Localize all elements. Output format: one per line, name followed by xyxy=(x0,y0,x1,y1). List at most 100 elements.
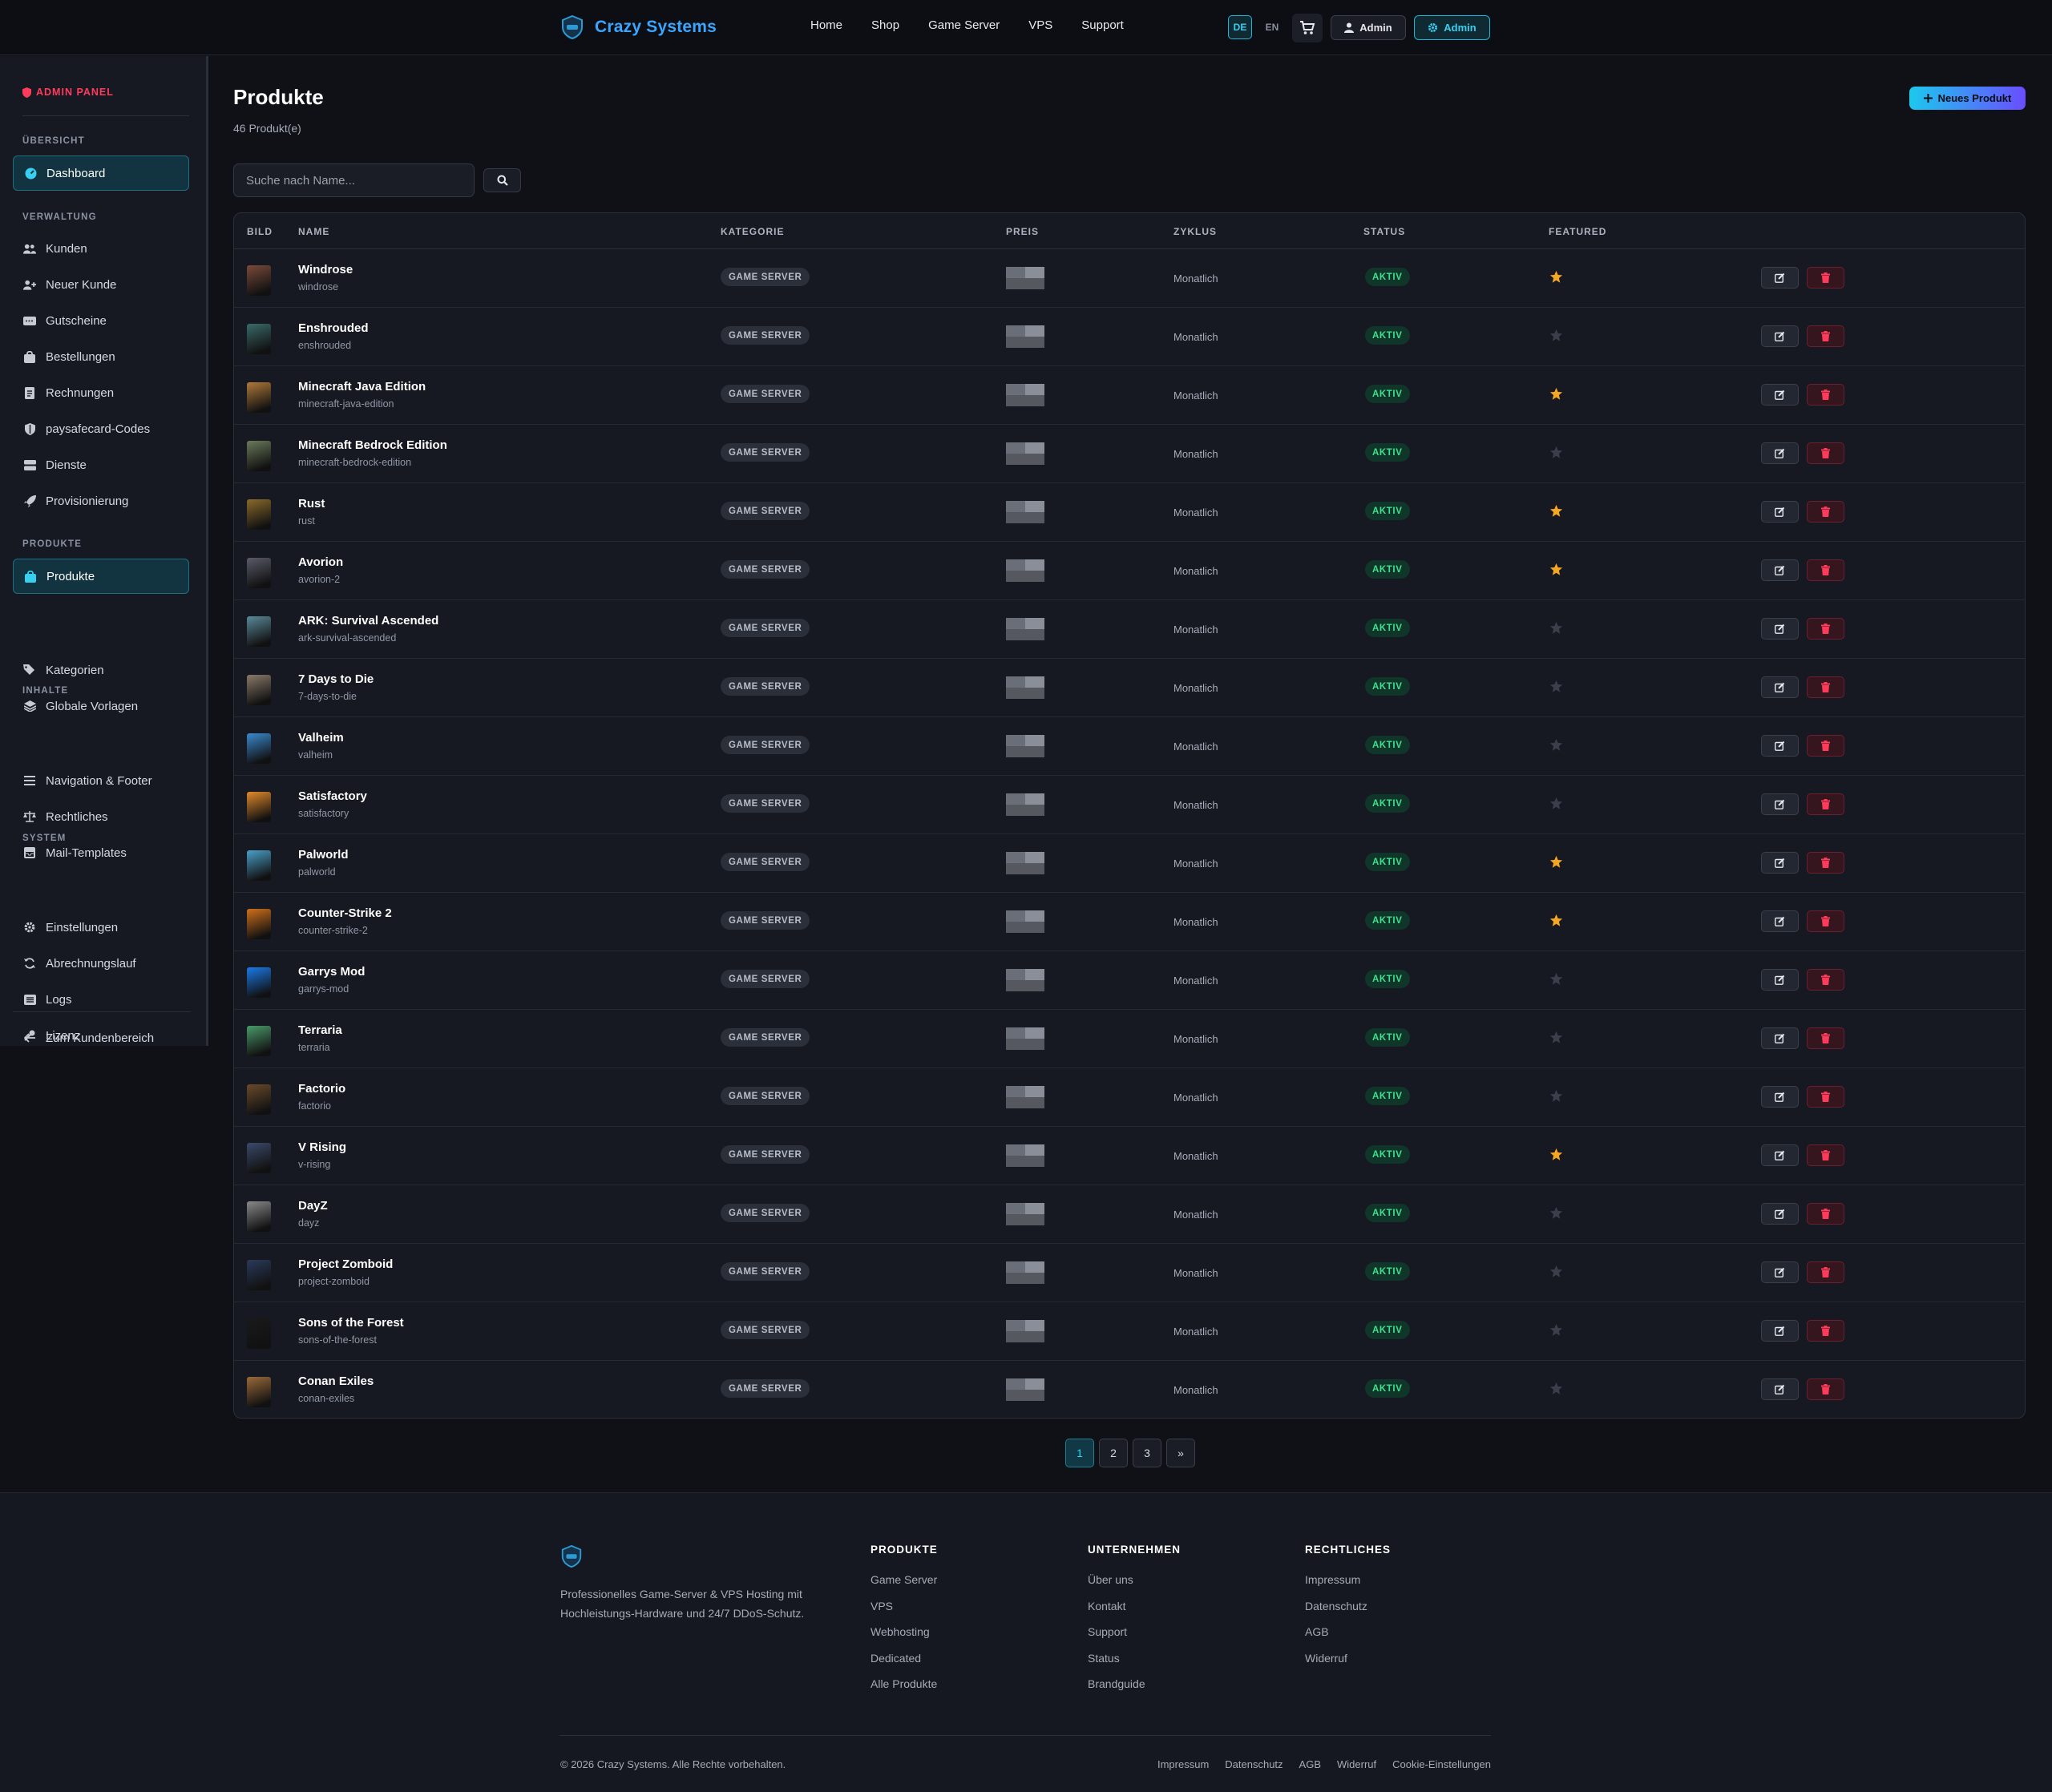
footer-link[interactable]: Datenschutz xyxy=(1305,1600,1391,1626)
product-name[interactable]: Garrys Mod xyxy=(298,965,365,979)
star-filled-icon[interactable] xyxy=(1549,387,1563,401)
edit-button[interactable] xyxy=(1761,267,1799,289)
footer-link[interactable]: Support xyxy=(1088,1625,1181,1652)
sidebar-item-dashboard[interactable]: Dashboard xyxy=(13,155,189,191)
footer-link[interactable]: AGB xyxy=(1305,1625,1391,1652)
footer-link[interactable]: Webhosting xyxy=(870,1625,938,1652)
star-outline-icon[interactable] xyxy=(1549,1031,1563,1044)
star-filled-icon[interactable] xyxy=(1549,504,1563,518)
product-name[interactable]: 7 Days to Die xyxy=(298,672,374,686)
star-outline-icon[interactable] xyxy=(1549,738,1563,752)
sidebar-item-new-customer[interactable]: Neuer Kunde xyxy=(13,267,189,302)
edit-button[interactable] xyxy=(1761,325,1799,347)
nav-home[interactable]: Home xyxy=(810,18,842,32)
cart-button[interactable] xyxy=(1292,14,1323,42)
user-menu-button[interactable]: Admin xyxy=(1331,15,1406,40)
sidebar-item-orders[interactable]: Bestellungen xyxy=(13,339,189,374)
star-outline-icon[interactable] xyxy=(1549,972,1563,986)
delete-button[interactable] xyxy=(1807,501,1844,523)
delete-button[interactable] xyxy=(1807,384,1844,406)
next-page-button[interactable]: » xyxy=(1166,1439,1195,1467)
edit-button[interactable] xyxy=(1761,1261,1799,1283)
product-name[interactable]: Enshrouded xyxy=(298,321,369,335)
delete-button[interactable] xyxy=(1807,910,1844,932)
sidebar-item-provisioning[interactable]: Provisionierung xyxy=(13,483,189,519)
edit-button[interactable] xyxy=(1761,969,1799,991)
sidebar-item-settings[interactable]: Einstellungen xyxy=(13,910,189,945)
product-name[interactable]: Valheim xyxy=(298,731,344,745)
delete-button[interactable] xyxy=(1807,1320,1844,1342)
star-filled-icon[interactable] xyxy=(1549,1148,1563,1161)
delete-button[interactable] xyxy=(1807,559,1844,581)
new-product-button[interactable]: Neues Produkt xyxy=(1909,87,2026,110)
brand[interactable]: Crazy Systems xyxy=(559,14,717,40)
delete-button[interactable] xyxy=(1807,325,1844,347)
nav-support[interactable]: Support xyxy=(1081,18,1124,32)
sidebar-item-products[interactable]: Produkte xyxy=(13,559,189,594)
page-1-button[interactable]: 1 xyxy=(1065,1439,1094,1467)
sidebar-item-legal[interactable]: Rechtliches xyxy=(13,799,189,834)
product-name[interactable]: Satisfactory xyxy=(298,789,367,803)
product-name[interactable]: Minecraft Bedrock Edition xyxy=(298,438,447,452)
product-name[interactable]: Terraria xyxy=(298,1023,342,1037)
footer-link[interactable]: Impressum xyxy=(1305,1573,1391,1600)
edit-button[interactable] xyxy=(1761,852,1799,874)
delete-button[interactable] xyxy=(1807,618,1844,640)
delete-button[interactable] xyxy=(1807,735,1844,757)
delete-button[interactable] xyxy=(1807,1261,1844,1283)
product-name[interactable]: Windrose xyxy=(298,263,353,276)
sidebar-item-back-to-customer-area[interactable]: Zum Kundenbereich xyxy=(13,1022,189,1054)
star-outline-icon[interactable] xyxy=(1549,1206,1563,1220)
lang-de-button[interactable]: DE xyxy=(1228,15,1252,39)
delete-button[interactable] xyxy=(1807,267,1844,289)
footer-legal-link[interactable]: AGB xyxy=(1299,1758,1321,1770)
sidebar-item-navigation-footer[interactable]: Navigation & Footer xyxy=(13,763,189,798)
footer-legal-link[interactable]: Datenschutz xyxy=(1225,1758,1282,1770)
sidebar-item-billing-run[interactable]: Abrechnungslauf xyxy=(13,946,189,981)
page-3-button[interactable]: 3 xyxy=(1133,1439,1161,1467)
edit-button[interactable] xyxy=(1761,910,1799,932)
star-outline-icon[interactable] xyxy=(1549,797,1563,810)
edit-button[interactable] xyxy=(1761,1086,1799,1108)
admin-panel-button[interactable]: Admin xyxy=(1414,15,1490,40)
delete-button[interactable] xyxy=(1807,676,1844,698)
footer-link[interactable]: Über uns xyxy=(1088,1573,1181,1600)
footer-link[interactable]: Dedicated xyxy=(870,1652,938,1678)
sidebar-item-paysafecard[interactable]: paysafecard-Codes xyxy=(13,411,189,446)
product-name[interactable]: Counter-Strike 2 xyxy=(298,906,392,920)
edit-button[interactable] xyxy=(1761,559,1799,581)
star-filled-icon[interactable] xyxy=(1549,270,1563,284)
edit-button[interactable] xyxy=(1761,618,1799,640)
edit-button[interactable] xyxy=(1761,793,1799,815)
delete-button[interactable] xyxy=(1807,442,1844,464)
product-name[interactable]: Avorion xyxy=(298,555,343,569)
edit-button[interactable] xyxy=(1761,384,1799,406)
delete-button[interactable] xyxy=(1807,1378,1844,1400)
footer-link[interactable]: Brandguide xyxy=(1088,1677,1181,1704)
lang-en-button[interactable]: EN xyxy=(1260,15,1284,39)
star-outline-icon[interactable] xyxy=(1549,621,1563,635)
star-filled-icon[interactable] xyxy=(1549,914,1563,927)
edit-button[interactable] xyxy=(1761,735,1799,757)
star-outline-icon[interactable] xyxy=(1549,1382,1563,1395)
product-name[interactable]: Factorio xyxy=(298,1082,345,1096)
product-name[interactable]: Sons of the Forest xyxy=(298,1316,404,1330)
edit-button[interactable] xyxy=(1761,442,1799,464)
sidebar-item-customers[interactable]: Kunden xyxy=(13,231,189,266)
footer-link[interactable]: Alle Produkte xyxy=(870,1677,938,1704)
star-filled-icon[interactable] xyxy=(1549,855,1563,869)
star-outline-icon[interactable] xyxy=(1549,680,1563,693)
star-outline-icon[interactable] xyxy=(1549,446,1563,459)
sidebar-item-services[interactable]: Dienste xyxy=(13,447,189,482)
product-name[interactable]: Project Zomboid xyxy=(298,1257,393,1271)
page-2-button[interactable]: 2 xyxy=(1099,1439,1128,1467)
delete-button[interactable] xyxy=(1807,1086,1844,1108)
delete-button[interactable] xyxy=(1807,1027,1844,1049)
product-name[interactable]: V Rising xyxy=(298,1140,346,1154)
footer-legal-link[interactable]: Cookie-Einstellungen xyxy=(1392,1758,1491,1770)
product-name[interactable]: ARK: Survival Ascended xyxy=(298,614,438,628)
star-outline-icon[interactable] xyxy=(1549,1265,1563,1278)
sidebar-item-invoices[interactable]: Rechnungen xyxy=(13,375,189,410)
footer-legal-link[interactable]: Impressum xyxy=(1157,1758,1209,1770)
search-button[interactable] xyxy=(483,168,521,192)
